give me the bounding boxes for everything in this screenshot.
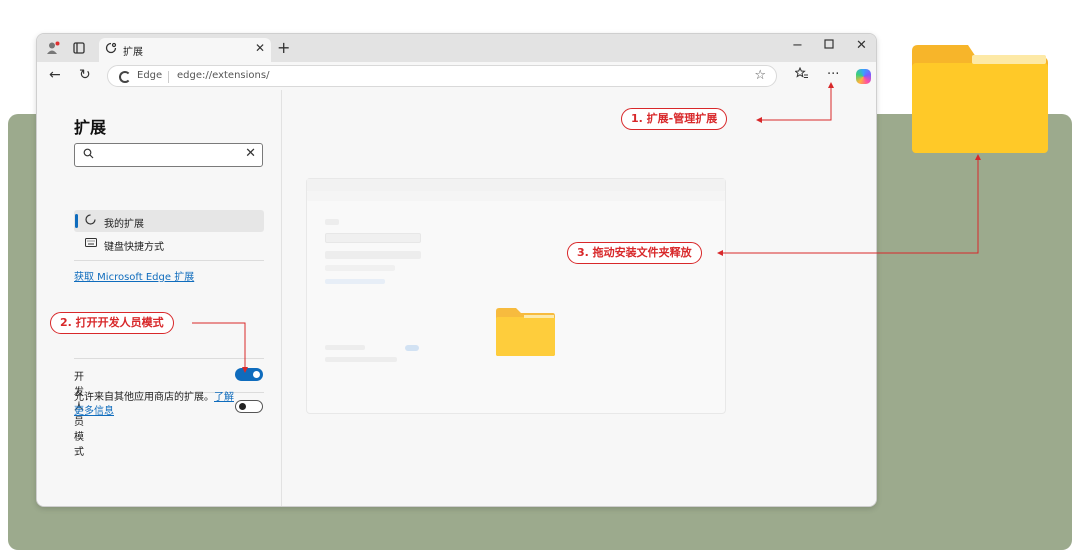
dev-divider [74,358,264,359]
preview-title [325,219,339,225]
page-title: 扩展 [74,118,107,137]
edge-logo-icon [119,71,131,83]
callout-step-1: 1. 扩展-管理扩展 [621,108,728,130]
toggle-knob [253,371,260,378]
tab-actions-icon[interactable] [71,40,87,56]
preview-addressbar [307,191,725,201]
sidebar-item-my-extensions[interactable]: 我的扩展 [74,210,264,232]
sidebar-item-keyboard-shortcuts[interactable]: 键盘快捷方式 [74,233,264,255]
preview-item [325,265,395,271]
clear-search-icon[interactable]: ✕ [245,146,256,161]
close-tab-icon[interactable]: ✕ [255,41,265,55]
tab-bar: 扩展 ✕ + − ✕ [37,34,876,62]
toggle-knob [239,403,246,410]
extension-icon [85,214,96,228]
sidebar-item-label: 我的扩展 [104,219,144,230]
callout-step-2: 2. 打开开发人员模式 [50,312,174,334]
drop-zone-preview[interactable] [306,178,726,414]
maximize-icon[interactable] [824,38,834,53]
extension-puzzle-icon [105,42,117,57]
new-tab-icon[interactable]: + [277,38,290,57]
favorites-icon[interactable] [794,66,809,84]
copilot-icon[interactable] [856,69,871,84]
extensions-main [282,90,876,506]
preview-dev-label [325,345,365,350]
allow-other-stores-text: 允许来自其他应用商店的扩展。了解更多信息 [74,391,234,419]
get-extensions-link[interactable]: 获取 Microsoft Edge 扩展 [74,268,194,283]
preview-link [325,279,385,284]
refresh-icon[interactable]: ↻ [79,67,91,83]
divider [74,260,264,261]
favorite-star-icon[interactable]: ☆ [754,68,766,83]
search-input[interactable]: ✕ [74,143,263,167]
folder-icon[interactable] [494,307,556,357]
preview-item [325,251,421,259]
preview-titlebar [307,179,725,191]
developer-mode-toggle[interactable] [235,368,263,381]
preview-search [325,233,421,243]
close-window-icon[interactable]: ✕ [856,38,867,53]
browser-window: 扩展 ✕ + − ✕ ← ↻ Edge edge://extensions/ ☆ [36,33,877,507]
tutorial-stage: 扩展 ✕ + − ✕ ← ↻ Edge edge://extensions/ ☆ [0,0,1080,559]
search-icon [83,148,94,162]
omnibox-separator [168,71,169,83]
site-label: Edge [137,70,163,81]
keyboard-icon [85,237,97,250]
back-icon[interactable]: ← [49,67,61,83]
profile-icon[interactable] [45,40,61,56]
tab-title: 扩展 [123,47,143,58]
url-text: edge://extensions/ [177,70,270,81]
tab-extensions[interactable]: 扩展 ✕ [99,38,271,62]
folder-icon-large[interactable] [910,45,1048,153]
sidebar-item-label: 键盘快捷方式 [104,242,164,253]
active-indicator [75,214,78,228]
minimize-icon[interactable]: − [792,38,803,53]
allow-other-stores-label: 允许来自其他应用商店的扩展。 [74,392,214,403]
allow-other-stores-toggle[interactable] [235,400,263,413]
address-bar-row: ← ↻ Edge edge://extensions/ ☆ ··· [37,62,876,90]
callout-step-3: 3. 拖动安装文件夹释放 [567,242,702,264]
preview-toggle [405,345,419,351]
address-input[interactable]: Edge edge://extensions/ ☆ [107,65,777,87]
more-options-icon[interactable]: ··· [827,67,839,82]
preview-allow [325,357,397,362]
